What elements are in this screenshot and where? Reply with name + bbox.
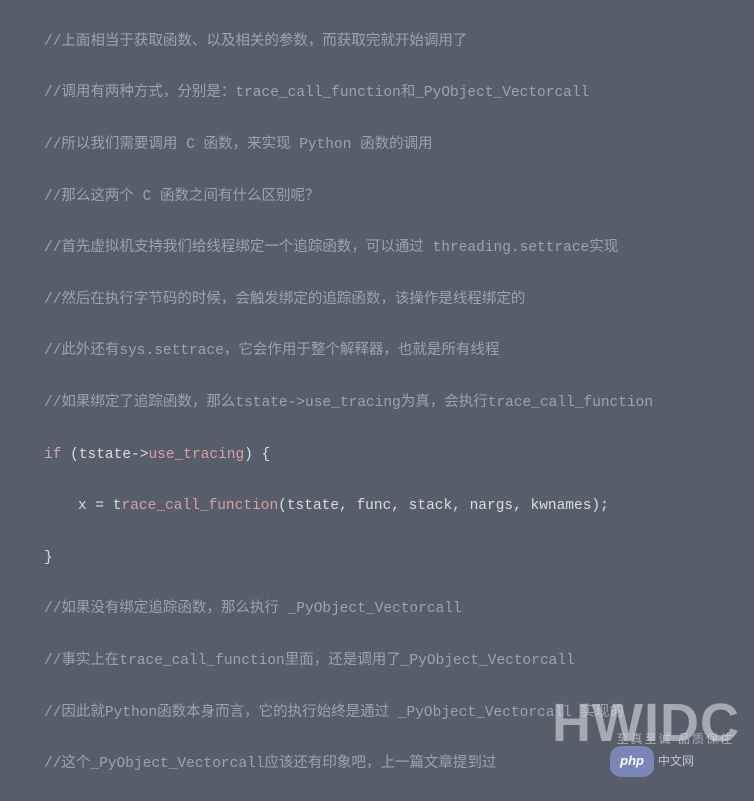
if-statement: if (tstate->use_tracing) { <box>0 443 270 469</box>
comment-line: //如果没有绑定追踪函数，那么执行 _PyObject_Vectorcall <box>0 597 462 623</box>
fn-race-call-function: race_call_function <box>122 498 279 514</box>
comment-line: //所以我们需要调用 C 函数，来实现 Python 函数的调用 <box>0 133 433 159</box>
comment-line: //这个_PyObject_Vectorcall应该还有印象吧，上一篇文章提到过 <box>0 752 496 778</box>
comment-line: //因此就Python函数本身而言，它的执行始终是通过 _PyObject_Ve… <box>0 701 624 727</box>
close-brace: } <box>0 546 53 572</box>
comment-line: //然后在执行字节码的时候，会触发绑定的追踪函数，该操作是线程绑定的 <box>0 288 525 314</box>
ident-tstate: tstate <box>79 447 131 463</box>
comment-line: //事实上在trace_call_function里面，还是调用了_PyObje… <box>0 649 575 675</box>
paren-open: ( <box>61 447 78 463</box>
trace-args: (tstate, func, stack, nargs, kwnames); <box>278 498 609 514</box>
comment-line: //上面相当于获取函数、以及相关的参数，而获取完就开始调用了 <box>0 30 467 56</box>
comment-line: //首先虚拟机支持我们给线程绑定一个追踪函数，可以通过 threading.se… <box>0 236 618 262</box>
comment-line: //调用有两种方式，分别是：trace_call_function和_PyObj… <box>0 81 589 107</box>
t-letter: t <box>113 498 122 514</box>
x-equals: x = <box>78 498 113 514</box>
comment-line: //那么这两个 C 函数之间有什么区别呢？ <box>0 185 320 211</box>
comment-line: //如果绑定了追踪函数，那么tstate->use_tracing为真，会执行t… <box>0 391 653 417</box>
paren-close-brace: ) { <box>244 447 270 463</box>
code-block: //上面相当于获取函数、以及相关的参数，而获取完就开始调用了 //调用有两种方式… <box>0 0 754 801</box>
member-use-tracing: use_tracing <box>148 447 244 463</box>
arrow-op: -> <box>131 447 148 463</box>
comment-line: //此外还有sys.settrace，它会作用于整个解释器，也就是所有线程 <box>0 339 499 365</box>
keyword-if: if <box>44 447 61 463</box>
assign-trace-call: x = trace_call_function(tstate, func, st… <box>0 494 609 520</box>
